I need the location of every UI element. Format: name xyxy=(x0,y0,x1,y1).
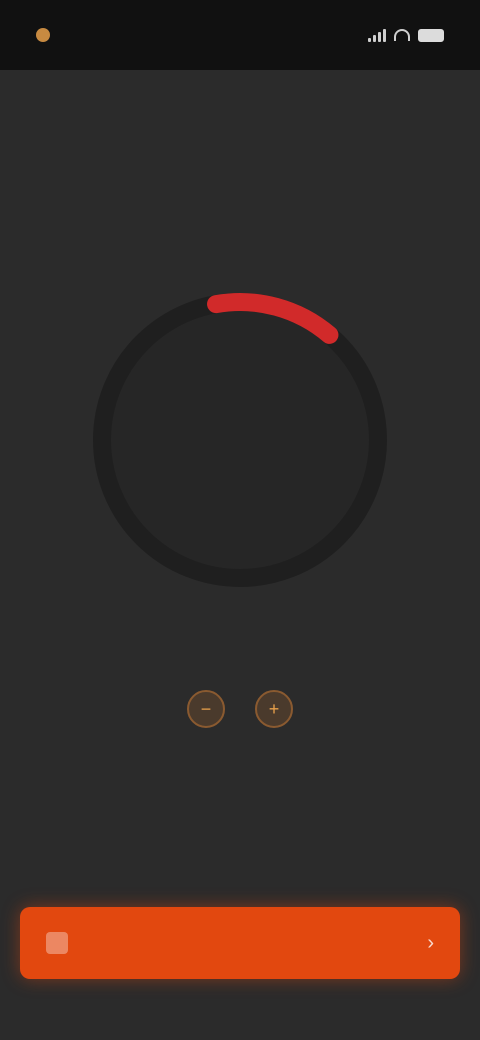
increase-icon: + xyxy=(268,698,280,719)
chevron-right-icon: › xyxy=(427,931,434,954)
wifi-icon xyxy=(394,29,410,41)
status-bar xyxy=(0,0,480,70)
battery-icon xyxy=(418,28,444,42)
signal-icon xyxy=(368,28,386,42)
dial-center xyxy=(90,290,390,590)
timer-dial[interactable] xyxy=(90,290,390,590)
increase-button[interactable]: + xyxy=(255,690,293,728)
primary-action-button[interactable]: › xyxy=(20,907,460,979)
status-left xyxy=(36,28,60,42)
decrease-icon: − xyxy=(200,698,212,719)
status-right xyxy=(368,28,444,42)
header xyxy=(0,70,480,84)
adjust-controls: − + xyxy=(0,690,480,728)
action-icon xyxy=(46,932,68,954)
status-dot-icon xyxy=(36,28,50,42)
decrease-button[interactable]: − xyxy=(187,690,225,728)
